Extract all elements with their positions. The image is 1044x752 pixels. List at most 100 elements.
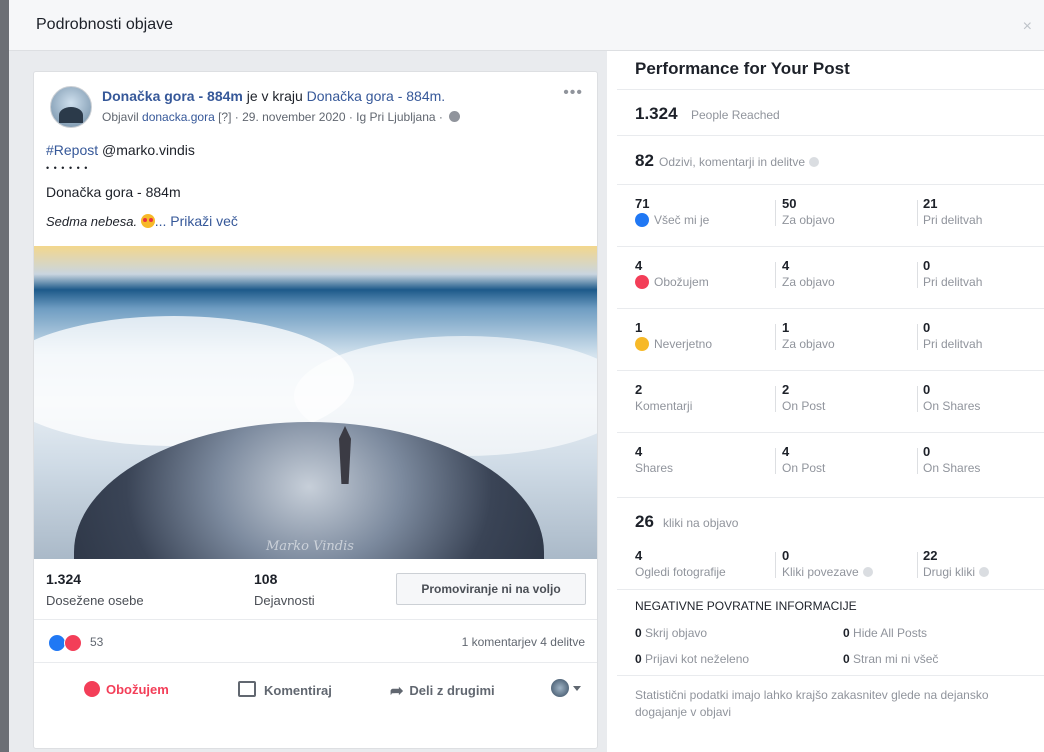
neg-hide-all: 0 Hide All Posts xyxy=(843,626,927,640)
more-options-icon[interactable]: ••• xyxy=(563,84,583,102)
neg-unlike-page: 0 Stran mi ni všeč xyxy=(843,652,938,666)
breakdown-on-post-label: Za objavo xyxy=(782,337,835,351)
breakdown-row: 71 Všeč mi je 50 Za objavo 21 Pri delitvah xyxy=(617,184,1044,247)
post-text-title: Donačka gora - 884m xyxy=(46,184,181,200)
comment-button[interactable]: Komentiraj xyxy=(238,681,332,698)
breakdown-total: 1 Neverjetno xyxy=(635,320,712,351)
wow-icon xyxy=(635,337,649,351)
share-button-label: Deli z drugimi xyxy=(409,683,495,698)
breakdown-total: 4 Obožujem xyxy=(635,258,709,289)
clicks-other: 22 Drugi kliki xyxy=(923,548,990,579)
breakdown-on-post-value: 2 xyxy=(782,382,790,397)
promote-button[interactable]: Promoviranje ni na voljo xyxy=(396,573,586,605)
breakdown-on-post: 1 Za objavo xyxy=(782,320,835,351)
engagement-value: 108 xyxy=(254,571,278,587)
love-button-label: Obožujem xyxy=(106,682,169,697)
engagement-total-label-text: Odzivi, komentarji in delitve xyxy=(659,155,806,169)
comments-shares-count[interactable]: 1 komentarjev 4 delitve xyxy=(462,635,585,649)
breakdown-on-shares-value: 0 xyxy=(923,258,931,273)
breakdown-on-shares: 21 Pri delitvah xyxy=(923,196,982,227)
heart-eyes-emoji-icon xyxy=(140,214,155,228)
share-button[interactable]: ➦ Deli z drugimi xyxy=(390,681,495,701)
breakdown-on-shares-value: 0 xyxy=(923,320,931,335)
breakdown-row: 2 Komentarji 2 On Post 0 On Shares xyxy=(617,370,1044,433)
breakdown-total-label: Shares xyxy=(635,461,673,475)
post-stats: 1.324 Dosežene osebe 108 Dejavnosti Prom… xyxy=(34,559,597,620)
breakdown-total-label: Všeč mi je xyxy=(635,213,709,227)
clicks-other-value: 22 xyxy=(923,548,938,563)
profile-avatar-icon xyxy=(551,679,569,697)
clicks-link: 0 Kliki povezave xyxy=(782,548,873,579)
breakdown-on-shares-label: Pri delitvah xyxy=(923,275,983,289)
breakdown-on-shares-label: On Shares xyxy=(923,461,981,475)
clicks-link-value: 0 xyxy=(782,548,790,563)
breakdown-total: 71 Všeč mi je xyxy=(635,196,709,227)
breakdown-label-text: Shares xyxy=(635,461,674,475)
breakdown-row: 4 Obožujem 4 Za objavo 0 Pri delitvah xyxy=(617,246,1044,309)
modal-header: Podrobnosti objave × xyxy=(9,0,1044,51)
page-name-link[interactable]: Donačka gora - 884m xyxy=(102,88,243,104)
engagement-section: 82 Odzivi, komentarji in delitve xyxy=(617,135,1044,184)
info-icon[interactable] xyxy=(979,567,990,577)
breakdown-on-post-value: 1 xyxy=(782,320,790,335)
love-reaction-icon[interactable] xyxy=(64,634,82,652)
breakdown-on-shares: 0 On Shares xyxy=(923,382,980,413)
breakdown-row: 1 Neverjetno 1 Za objavo 0 Pri delitvah xyxy=(617,308,1044,371)
breakdown-label-text: Všeč mi je xyxy=(654,213,710,227)
breakdown-total-value: 2 xyxy=(635,382,643,397)
breakdown-on-post-label: On Post xyxy=(782,461,826,475)
neg-report-spam-label: Prijavi kot neželeno xyxy=(641,652,750,666)
breakdown-on-post-label: On Post xyxy=(782,399,826,413)
neg-hide-post-value: 0 xyxy=(635,626,642,640)
breakdown-on-shares: 0 Pri delitvah xyxy=(923,320,982,351)
love-button[interactable]: Obožujem xyxy=(84,681,169,697)
reactions-summary: 53 1 komentarjev 4 delitve xyxy=(34,620,597,663)
breakdown-on-shares-value: 0 xyxy=(923,444,931,459)
reaction-count[interactable]: 53 xyxy=(90,635,103,649)
heart-icon xyxy=(84,681,100,697)
breakdown-total-value: 1 xyxy=(635,320,643,335)
breakdown-on-post: 4 On Post xyxy=(782,444,825,475)
performance-panel: Performance for Your Post 1.324 People R… xyxy=(617,51,1044,752)
people-reached-value: 1.324 xyxy=(635,104,678,123)
place-link[interactable]: Donačka gora - 884m. xyxy=(307,88,446,104)
breakdown-label-text: Obožujem xyxy=(654,275,709,289)
hashtag-link[interactable]: #Repost xyxy=(46,142,98,158)
clicks-total: 26 xyxy=(635,512,654,531)
post-italic-text: Sedma nebesa. xyxy=(46,214,141,229)
breakdown-label-text: Neverjetno xyxy=(654,337,713,351)
publisher-link[interactable]: donacka.gora xyxy=(142,110,215,124)
breakdown-on-post: 4 Za objavo xyxy=(782,258,835,289)
post-meta: Objavil donacka.gora [?] · 29. november … xyxy=(102,110,461,124)
engagement-label: Dejavnosti xyxy=(254,593,315,608)
page-avatar[interactable] xyxy=(50,86,92,128)
breakdown-on-shares-value: 21 xyxy=(923,196,938,211)
post-dots: • • • • • • xyxy=(46,163,89,173)
breakdown-on-post: 2 On Post xyxy=(782,382,825,413)
breakdown-on-post-value: 4 xyxy=(782,444,790,459)
negative-feedback-title: NEGATIVNE POVRATNE INFORMACIJE xyxy=(635,599,857,613)
audience-selector[interactable] xyxy=(551,679,581,697)
headline-connector: je v kraju xyxy=(242,88,307,104)
breakdown-on-post-label: Za objavo xyxy=(782,275,835,289)
info-icon[interactable] xyxy=(809,157,820,167)
see-more-link[interactable]: ... Prikaži več xyxy=(155,213,238,229)
breakdown-total: 2 Komentarji xyxy=(635,382,692,413)
clicks-link-label-text: Kliki povezave xyxy=(782,565,859,579)
post-photo[interactable]: Marko Vindis xyxy=(34,246,597,559)
close-icon[interactable]: × xyxy=(1023,18,1032,36)
clicks-link-label: Kliki povezave xyxy=(782,565,873,579)
photo-watermark: Marko Vindis xyxy=(266,539,354,554)
neg-hide-post: 0 Skrij objavo xyxy=(635,626,707,640)
engagement-total-label: Odzivi, komentarji in delitve xyxy=(659,155,820,169)
mention-text: @marko.vindis xyxy=(98,142,195,158)
breakdown-total-value: 4 xyxy=(635,258,643,273)
clicks-photo-views: 4 Ogledi fotografije xyxy=(635,548,726,579)
published-by-prefix: Objavil xyxy=(102,110,143,124)
post-card: Donačka gora - 884m je v kraju Donačka g… xyxy=(33,71,598,749)
clicks-other-label: Drugi kliki xyxy=(923,565,990,579)
info-icon[interactable] xyxy=(862,567,873,577)
comment-button-label: Komentiraj xyxy=(264,683,332,698)
reached-label: Dosežene osebe xyxy=(46,593,144,608)
published-meta: [?] · 29. november 2020 · Ig Pri Ljublja… xyxy=(214,110,447,124)
